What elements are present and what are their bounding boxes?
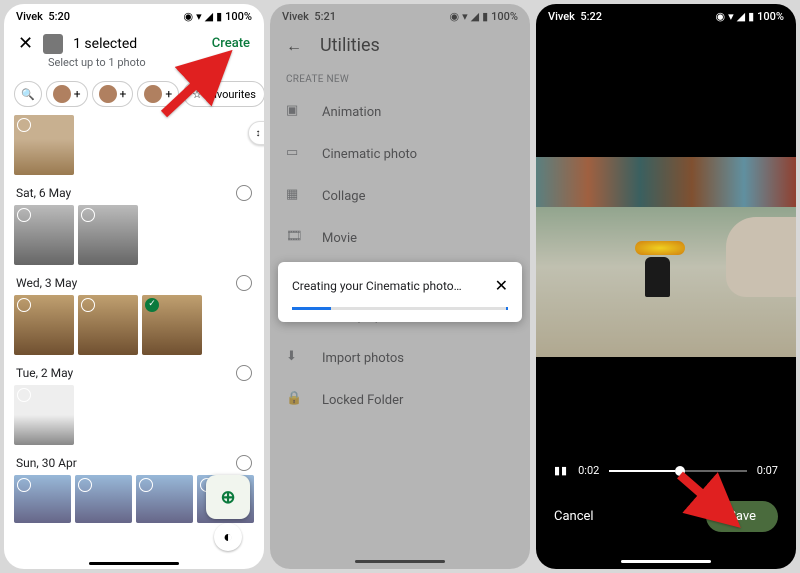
photo-thumb[interactable] [78, 295, 138, 355]
select-all-circle[interactable] [236, 275, 252, 291]
photo-thumb[interactable] [14, 385, 74, 445]
plus-icon: + [120, 87, 127, 101]
date-header: Sat, 6 May [16, 186, 71, 200]
playback-controls: ▮▮ 0:02 0:07 Cancel Save [536, 448, 796, 560]
nav-gesture-bar [621, 560, 711, 563]
selected-thumb [43, 34, 63, 54]
lens-icon: ◐ [223, 527, 233, 547]
nav-gesture-bar [89, 562, 179, 565]
photo-thumb[interactable] [14, 295, 74, 355]
scene-garland [635, 241, 685, 255]
select-all-circle[interactable] [236, 455, 252, 471]
face-chip-1[interactable]: + [46, 81, 88, 107]
status-user: Vivek [548, 10, 575, 23]
phone-1-photo-picker: Vivek 5:20 ◉ ▾ ◢ ▮ 100% ✕ 1 selected Cre… [4, 4, 264, 569]
battery-icon: ▮ [216, 10, 222, 23]
duration: 0:07 [757, 464, 778, 477]
video-frame[interactable] [536, 157, 796, 357]
photo-thumb[interactable] [14, 475, 71, 523]
photo-thumb[interactable] [136, 475, 193, 523]
photo-thumb[interactable] [14, 115, 74, 175]
toast-message: Creating your Cinematic photo… [292, 279, 462, 293]
face-chip-2[interactable]: + [92, 81, 134, 107]
eye-icon: ◉ [183, 10, 193, 23]
wifi-icon: ▾ [196, 10, 202, 23]
progress-bar [292, 307, 508, 310]
fab-zoom[interactable]: ⊕ [206, 475, 250, 519]
progress-toast: Creating your Cinematic photo… ✕ [278, 262, 522, 322]
photo-thumb[interactable] [75, 475, 132, 523]
current-time: 0:02 [578, 464, 599, 477]
fab-group: ⊕ ◐ [206, 475, 250, 551]
pause-icon[interactable]: ▮▮ [554, 464, 568, 477]
signal-icon: ◢ [737, 10, 745, 23]
video-preview-area [536, 25, 796, 448]
status-bar: Vivek 5:22 ◉ ▾ ◢ ▮ 100% [536, 4, 796, 25]
scene-object [726, 217, 796, 297]
zoom-in-icon: ⊕ [220, 487, 235, 508]
avatar [99, 85, 117, 103]
phone-3-cinematic-preview: Vivek 5:22 ◉ ▾ ◢ ▮ 100% ▮▮ 0:02 0:07 Can… [536, 4, 796, 569]
search-icon: 🔍 [21, 88, 35, 101]
battery-text: 100% [225, 10, 252, 23]
annotation-arrow-create [154, 44, 244, 128]
photo-thumb-selected[interactable] [142, 295, 202, 355]
date-header: Sun, 30 Apr [16, 456, 77, 470]
select-all-circle[interactable] [236, 185, 252, 201]
select-all-circle[interactable] [236, 365, 252, 381]
photo-thumb[interactable] [78, 205, 138, 265]
fab-secondary[interactable]: ◐ [214, 523, 242, 551]
scene-people [536, 157, 796, 207]
phone-2-utilities: Vivek 5:21 ◉ ▾ ◢ ▮ 100% ← Utilities CREA… [270, 4, 530, 569]
date-header: Wed, 3 May [16, 276, 77, 290]
search-chip[interactable]: 🔍 [14, 81, 42, 107]
scene-shrine [645, 257, 670, 297]
status-time: 5:22 [580, 10, 602, 23]
status-time: 5:20 [48, 10, 70, 23]
eye-icon: ◉ [715, 10, 725, 23]
close-icon[interactable]: ✕ [18, 33, 33, 54]
signal-icon: ◢ [205, 10, 213, 23]
wifi-icon: ▾ [728, 10, 734, 23]
avatar [53, 85, 71, 103]
annotation-arrow-save [672, 467, 752, 541]
status-bar: Vivek 5:20 ◉ ▾ ◢ ▮ 100% [4, 4, 264, 25]
photo-thumb[interactable] [14, 205, 74, 265]
status-user: Vivek [16, 10, 43, 23]
battery-icon: ▮ [748, 10, 754, 23]
plus-icon: + [74, 87, 81, 101]
date-header: Tue, 2 May [16, 366, 73, 380]
cancel-button[interactable]: Cancel [554, 509, 594, 524]
close-icon[interactable]: ✕ [495, 276, 508, 295]
battery-text: 100% [757, 10, 784, 23]
